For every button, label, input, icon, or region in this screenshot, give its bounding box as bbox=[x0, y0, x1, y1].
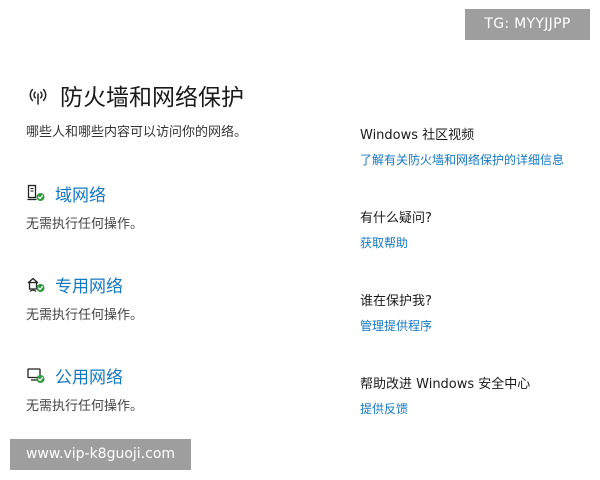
get-help-link[interactable]: 获取帮助 bbox=[360, 234, 592, 251]
network-section-private: 专用网络 无需执行任何操作。 bbox=[26, 272, 326, 324]
public-network-icon bbox=[26, 365, 46, 385]
page-header: 防火墙和网络保护 bbox=[26, 78, 244, 112]
protection-block: 谁在保护我? 管理提供程序 bbox=[360, 290, 592, 334]
public-network-status: 无需执行任何操作。 bbox=[26, 399, 144, 414]
questions-title: 有什么疑问? bbox=[360, 211, 432, 226]
network-section-domain: 域网络 无需执行任何操作。 bbox=[26, 181, 326, 232]
community-videos-title: Windows 社区视频 bbox=[360, 128, 475, 143]
public-network-link[interactable]: 公用网络 bbox=[55, 363, 123, 388]
questions-block: 有什么疑问? 获取帮助 bbox=[360, 207, 592, 251]
page-subtitle: 哪些人和哪些内容可以访问你的网络。 bbox=[26, 125, 248, 140]
community-videos-block: Windows 社区视频 了解有关防火墙和网络保护的详细信息 bbox=[360, 124, 592, 168]
private-network-status: 无需执行任何操作。 bbox=[26, 308, 144, 323]
protection-title: 谁在保护我? bbox=[360, 294, 432, 309]
private-network-icon bbox=[26, 274, 46, 294]
private-network-link[interactable]: 专用网络 bbox=[55, 272, 123, 297]
feedback-block: 帮助改进 Windows 安全中心 提供反馈 bbox=[360, 373, 592, 417]
feedback-title: 帮助改进 Windows 安全中心 bbox=[360, 377, 531, 392]
wifi-antenna-icon bbox=[26, 83, 50, 107]
watermark-top: TG: MYYJJPP bbox=[465, 9, 590, 40]
learn-more-link[interactable]: 了解有关防火墙和网络保护的详细信息 bbox=[360, 151, 592, 168]
give-feedback-link[interactable]: 提供反馈 bbox=[360, 400, 592, 417]
manage-providers-link[interactable]: 管理提供程序 bbox=[360, 317, 592, 334]
domain-network-status: 无需执行任何操作。 bbox=[26, 217, 144, 232]
watermark-bottom: www.vip-k8guoji.com bbox=[10, 439, 191, 470]
page-title: 防火墙和网络保护 bbox=[60, 85, 244, 111]
domain-network-icon bbox=[26, 183, 46, 203]
domain-network-link[interactable]: 域网络 bbox=[55, 181, 106, 206]
network-section-public: 公用网络 无需执行任何操作。 bbox=[26, 363, 326, 415]
